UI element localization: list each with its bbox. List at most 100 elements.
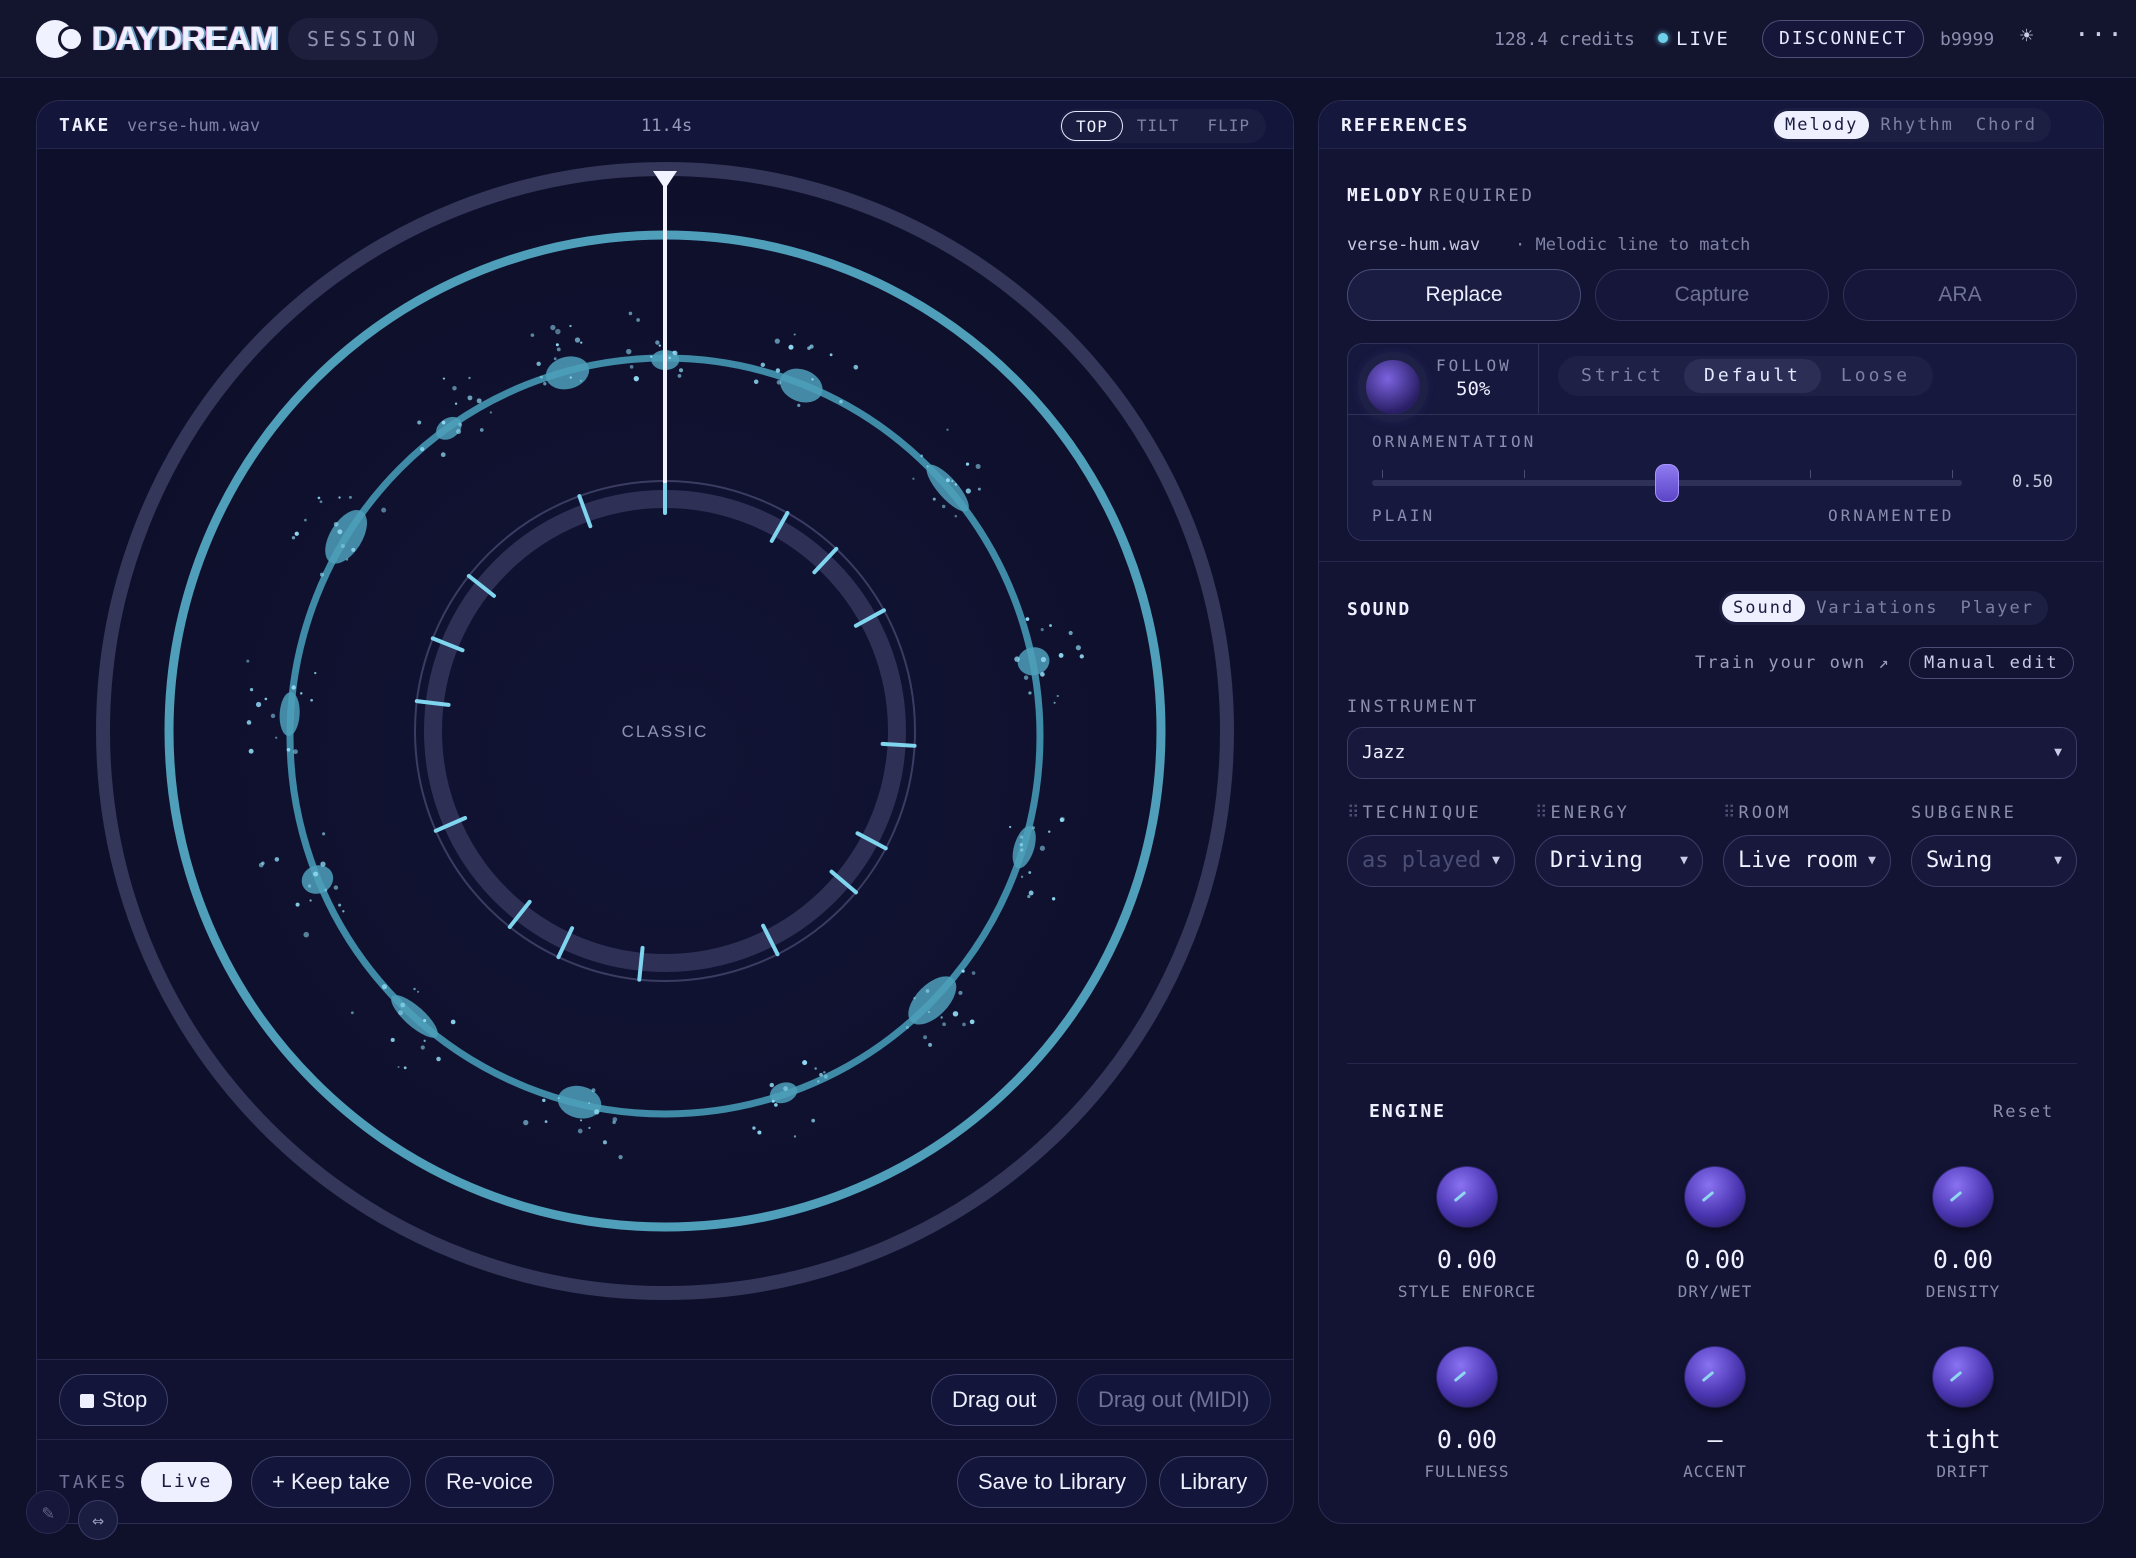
particle <box>338 496 341 499</box>
replace-mode-button[interactable]: Replace <box>1347 269 1581 321</box>
melody-file-name: verse-hum.wav <box>1347 235 1481 255</box>
section-divider <box>1347 1063 2077 1064</box>
accent-value: – <box>1707 1425 1723 1454</box>
particle <box>314 671 317 675</box>
drag-out-button[interactable]: Drag out <box>931 1374 1058 1426</box>
tab-player[interactable]: Player <box>1950 594 2045 622</box>
energy-select[interactable]: Driving ▼ <box>1535 835 1703 887</box>
particle <box>351 547 356 552</box>
particle <box>249 687 254 692</box>
more-icon[interactable]: ··· <box>2074 20 2124 50</box>
particle <box>1053 701 1056 704</box>
particle <box>612 1117 618 1122</box>
particle <box>1023 675 1029 680</box>
particle <box>294 531 299 536</box>
subgenre-value: Swing <box>1926 848 1993 873</box>
stop-button[interactable]: Stop <box>59 1374 169 1426</box>
energy-value: Driving <box>1550 848 1643 873</box>
follow-divider <box>1538 344 1539 414</box>
particle <box>337 529 343 535</box>
brand-name: DAYDREAM <box>92 20 278 58</box>
manual-edit-button[interactable]: Manual edit <box>1909 647 2074 679</box>
revoice-button[interactable]: Re-voice <box>425 1456 554 1508</box>
room-select[interactable]: Live room ▼ <box>1723 835 1891 887</box>
tab-sound[interactable]: Sound <box>1722 594 1806 622</box>
library-button[interactable]: Library <box>1159 1456 1269 1508</box>
ara-mode-button[interactable]: ARA <box>1843 269 2077 321</box>
view-tilt-button[interactable]: TILT <box>1123 111 1194 141</box>
particle <box>540 375 543 379</box>
particle <box>668 356 672 360</box>
take-visualizer[interactable]: CLASSIC <box>37 149 1293 1359</box>
particle <box>905 1026 909 1029</box>
subgenre-label: SUBGENRE <box>1911 803 2017 823</box>
follow-loose-button[interactable]: Loose <box>1821 359 1930 393</box>
particle <box>557 1097 560 1100</box>
particle <box>839 399 843 404</box>
particle <box>672 350 678 356</box>
particle <box>940 1016 943 1019</box>
keep-take-button[interactable]: + Keep take <box>251 1456 412 1508</box>
center-label: CLASSIC <box>622 722 709 741</box>
instrument-select[interactable]: Jazz ▼ <box>1347 727 2077 779</box>
view-top-button[interactable]: TOP <box>1061 111 1123 141</box>
view-flip-button[interactable]: FLIP <box>1193 111 1264 141</box>
style-enforce-knob[interactable] <box>1437 1167 1497 1227</box>
follow-label: FOLLOW <box>1436 356 1512 375</box>
drift-knob[interactable] <box>1933 1347 1993 1407</box>
particle <box>775 368 781 373</box>
chevron-down-icon: ▼ <box>2054 745 2062 760</box>
pencil-icon[interactable]: ✎ <box>26 1490 70 1534</box>
particle <box>569 376 572 379</box>
live-dot-icon <box>1658 33 1668 43</box>
accent-knob[interactable] <box>1685 1347 1745 1407</box>
tab-melody[interactable]: Melody <box>1774 111 1870 139</box>
follow-default-button[interactable]: Default <box>1684 359 1821 393</box>
particle <box>626 348 632 355</box>
particle <box>295 902 300 907</box>
follow-strict-button[interactable]: Strict <box>1561 359 1684 393</box>
particle <box>381 984 388 990</box>
particle <box>774 338 780 344</box>
technique-select[interactable]: as played ▼ <box>1347 835 1515 887</box>
particle <box>300 692 303 695</box>
subgenre-select[interactable]: Swing ▼ <box>1911 835 2077 887</box>
particle <box>450 1019 456 1025</box>
particle <box>580 341 583 344</box>
disconnect-button[interactable]: DISCONNECT <box>1762 20 1925 58</box>
engine-reset-button[interactable]: Reset <box>1993 1102 2054 1122</box>
save-to-library-button[interactable]: Save to Library <box>957 1456 1147 1508</box>
follow-knob[interactable] <box>1366 360 1420 414</box>
train-your-own-link[interactable]: Train your own ↗ <box>1695 653 1891 673</box>
chevron-down-icon: ▼ <box>2054 853 2062 868</box>
capture-mode-button[interactable]: Capture <box>1595 269 1829 321</box>
particle <box>381 507 387 513</box>
density-value: 0.00 <box>1932 1245 1994 1274</box>
dry-wet-knob[interactable] <box>1685 1167 1745 1227</box>
particle <box>819 1072 823 1077</box>
particle <box>677 374 682 378</box>
particle <box>753 379 759 385</box>
particle <box>261 861 265 865</box>
swap-icon[interactable]: ⇔ <box>78 1500 118 1540</box>
particle <box>441 420 446 425</box>
melody-description: · Melodic line to match <box>1515 235 1751 255</box>
fullness-knob[interactable] <box>1437 1347 1497 1407</box>
particle <box>274 857 280 862</box>
particle <box>650 355 653 358</box>
tab-rhythm[interactable]: Rhythm <box>1869 111 1964 139</box>
live-take-pill[interactable]: Live <box>141 1462 233 1502</box>
tab-chord[interactable]: Chord <box>1965 111 2048 139</box>
particle <box>594 1109 600 1115</box>
sound-title: SOUND <box>1347 599 1412 620</box>
sun-icon[interactable]: ☀ <box>2020 24 2033 49</box>
drag-out-midi-button[interactable]: Drag out (MIDI) <box>1077 1374 1271 1426</box>
ornamentation-slider-thumb[interactable] <box>1655 464 1679 502</box>
particle <box>333 521 339 527</box>
particle <box>255 701 262 708</box>
tab-variations[interactable]: Variations <box>1805 594 1949 622</box>
density-knob[interactable] <box>1933 1167 1993 1227</box>
particle <box>322 832 326 836</box>
style-enforce-value: 0.00 <box>1436 1245 1498 1274</box>
session-tab[interactable]: SESSION <box>288 18 439 60</box>
